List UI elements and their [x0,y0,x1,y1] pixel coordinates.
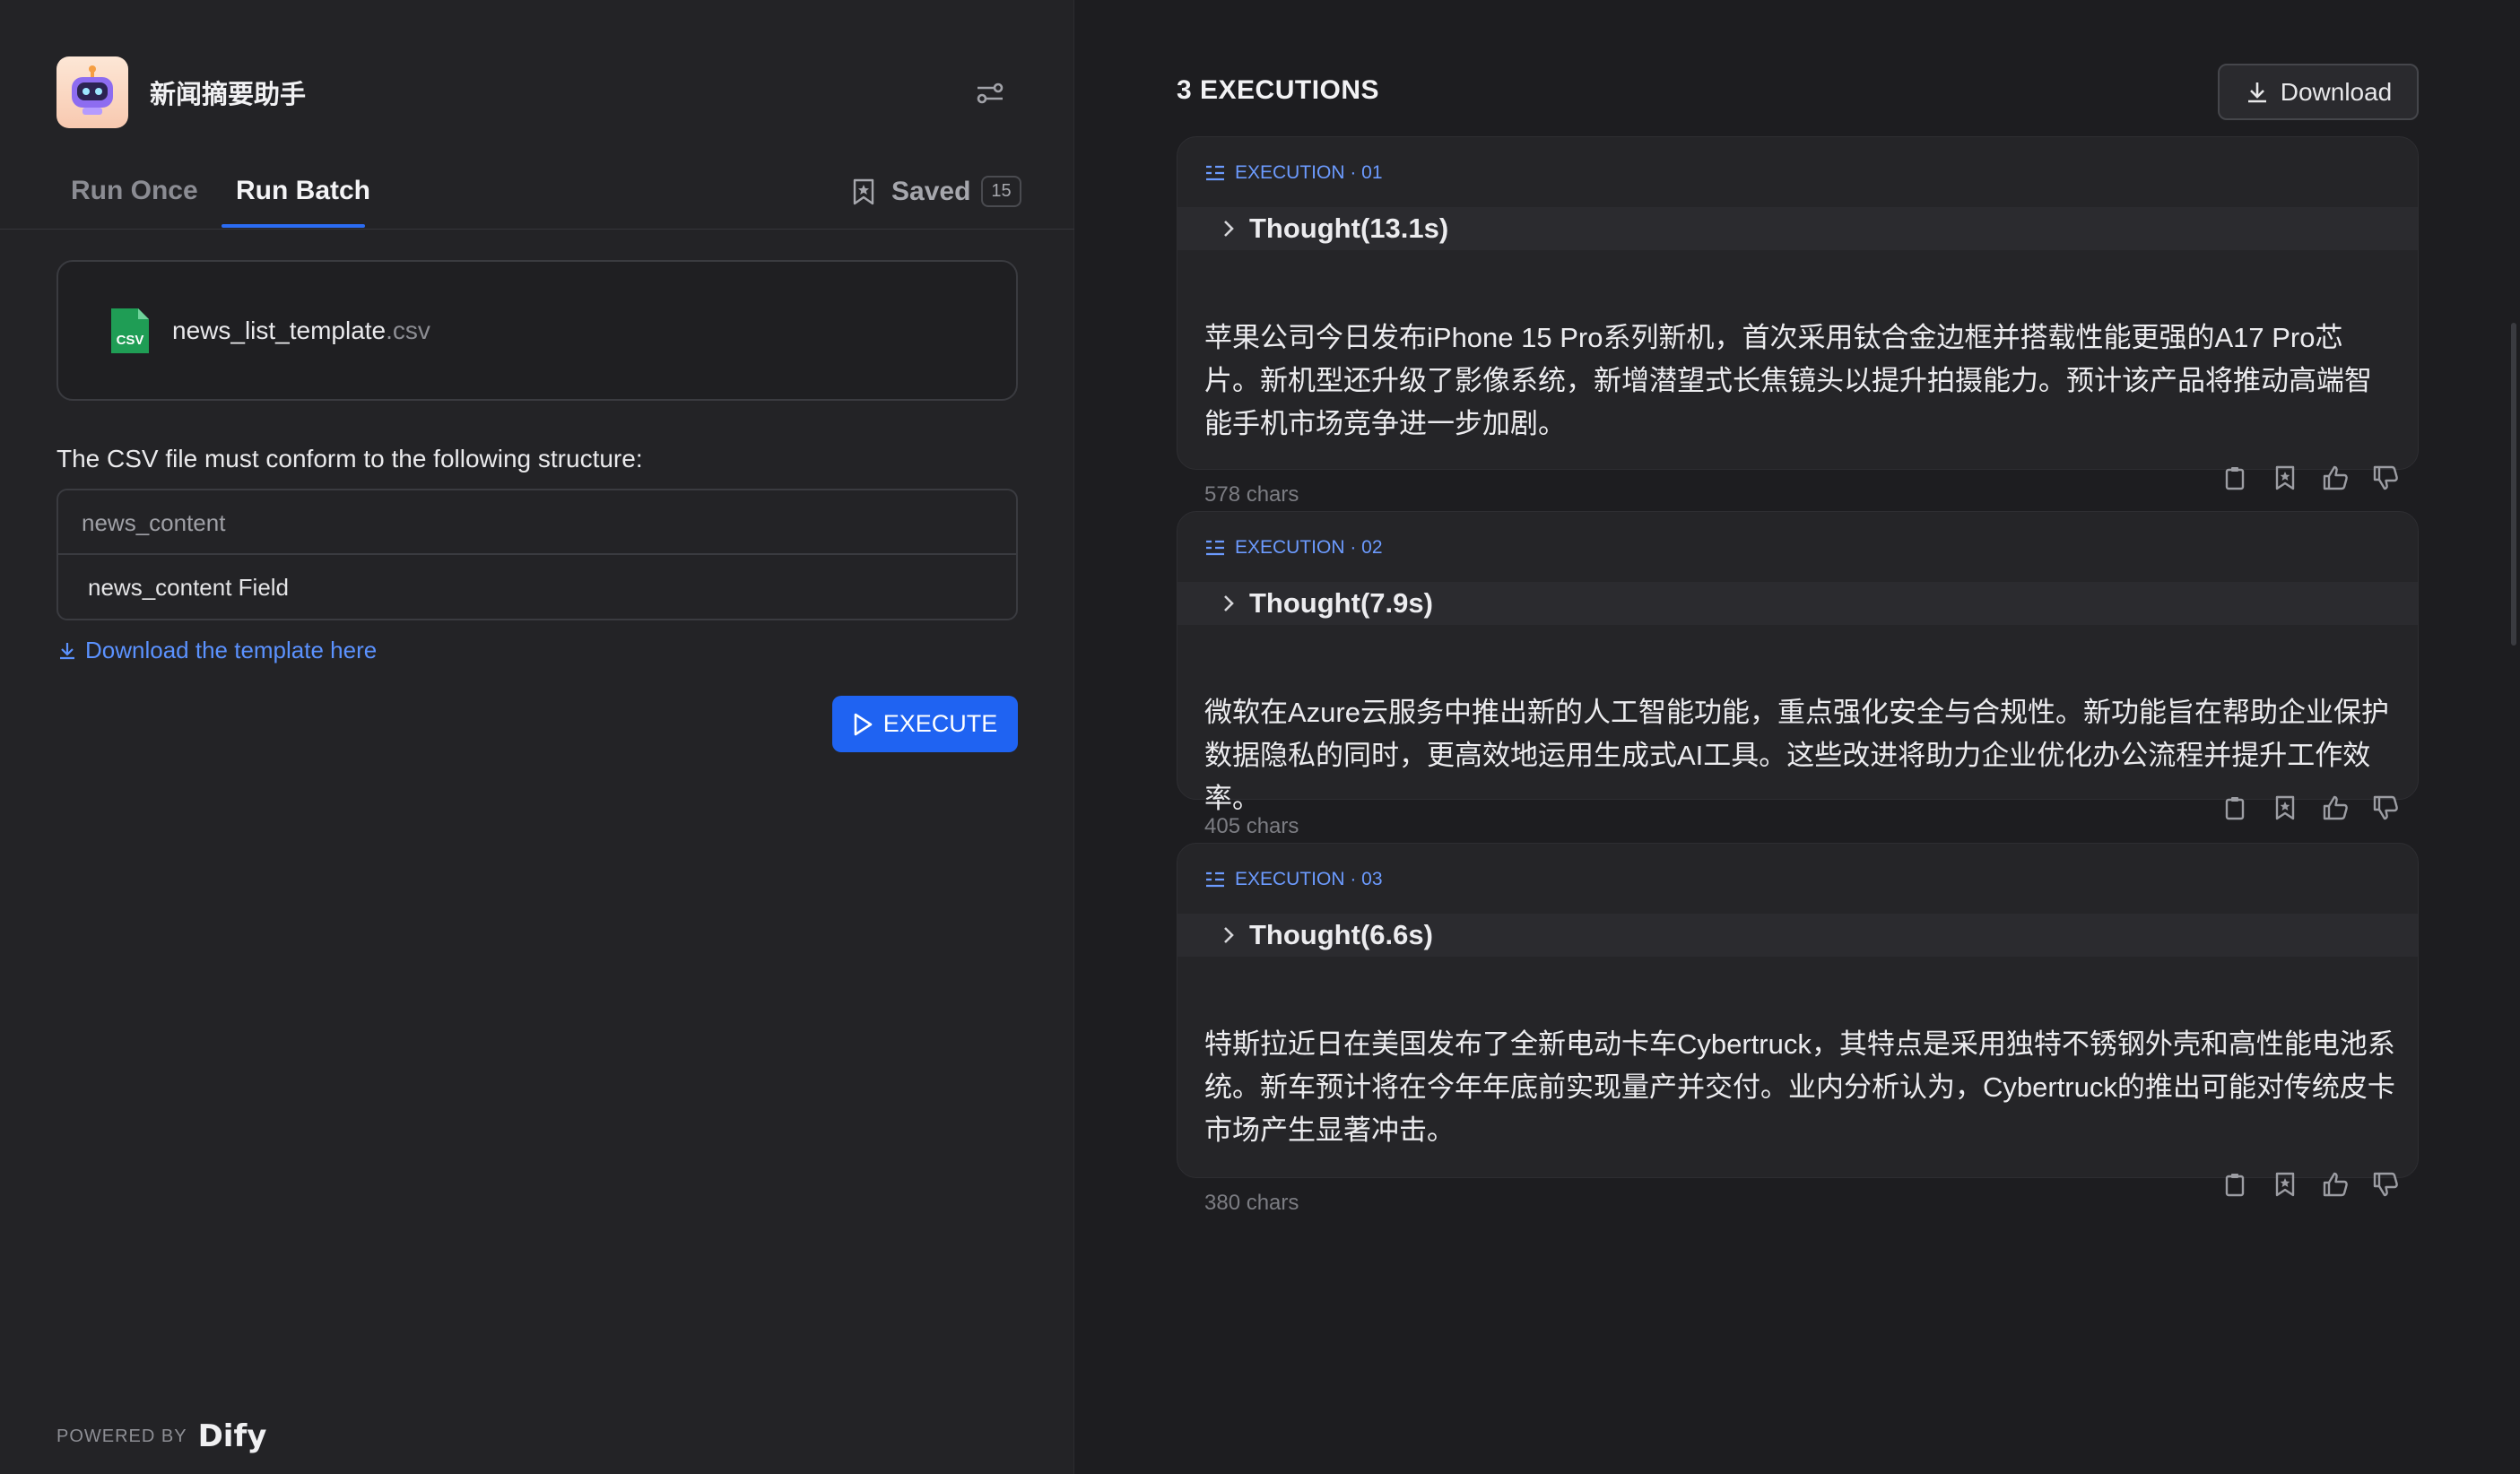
file-upload-box[interactable]: CSV news_list_template.csv [56,260,1018,401]
copy-icon[interactable] [2213,786,2256,829]
saved-label: Saved [891,176,971,206]
thought-label: Thought(6.6s) [1249,919,1433,950]
csv-file-icon: CSV [111,308,149,353]
char-count: 578 chars [1204,482,1299,507]
tab-bar: Run Once Run Batch Saved 15 [0,161,1074,230]
download-button[interactable]: Download [2218,64,2419,120]
download-icon [60,642,74,659]
active-tab-indicator [222,224,365,228]
save-bookmark-icon[interactable] [2264,1163,2307,1206]
csv-icon-text: CSV [117,333,144,348]
list-icon [1206,165,1224,181]
thumbs-up-icon[interactable] [2314,1163,2357,1206]
thought-label: Thought(7.9s) [1249,587,1433,619]
char-count: 380 chars [1204,1191,1299,1215]
structure-row-cell: news_content Field [88,574,290,601]
bookmark-icon [853,178,874,204]
left-panel: 新闻摘要助手 Run Once Run Batch Saved 15 CSV n… [0,0,1074,1474]
powered-by-label: POWERED BY [56,1426,187,1446]
execution-output-text: 苹果公司今日发布iPhone 15 Pro系列新机，首次采用钛合金边框并搭载性能… [1204,322,2372,439]
tab-run-batch[interactable]: Run Batch [236,176,370,206]
file-extension: .csv [386,316,430,344]
saved-button[interactable]: Saved 15 [850,176,1021,207]
execution-actions [2213,786,2407,829]
chevron-right-icon [1224,221,1234,237]
app-title: 新闻摘要助手 [150,81,307,109]
thumbs-up-icon[interactable] [2314,456,2357,499]
thumbs-down-icon[interactable] [2364,786,2407,829]
powered-by: POWERED BY Dify [56,1418,266,1454]
settings-sliders-icon[interactable] [974,79,1006,108]
robot-icon [56,56,128,128]
chevron-right-icon [1224,595,1234,611]
thought-toggle[interactable]: Thought(6.6s) [1177,914,2418,957]
app-header: 新闻摘要助手 [56,56,306,128]
list-icon [1206,540,1224,556]
char-count: 405 chars [1204,814,1299,838]
execution-tag-label: EXECUTION · 02 [1235,537,1383,558]
execution-card: EXECUTION · 03 Thought(6.6s) 特斯拉近日在美国发布了… [1177,843,2419,1197]
download-template-link[interactable]: Download the template here [56,637,377,664]
list-icon [1206,871,1224,888]
file-base-name: news_list_template [172,316,387,344]
execution-card: EXECUTION · 02 Thought(7.9s) 微软在Azure云服务… [1177,511,2419,820]
thumbs-down-icon[interactable] [2364,1163,2407,1206]
thumbs-up-icon[interactable] [2314,786,2357,829]
execution-tag: EXECUTION · 02 [1204,537,1383,559]
download-label: Download [2280,77,2393,106]
saved-count-badge: 15 [981,176,1021,207]
copy-icon[interactable] [2213,1163,2256,1206]
tab-run-once[interactable]: Run Once [71,176,198,206]
execute-button[interactable]: EXECUTE [832,696,1018,752]
save-bookmark-icon[interactable] [2264,786,2307,829]
csv-structure-table: news_content news_content Field [56,489,1018,620]
execution-tag-label: EXECUTION · 03 [1235,869,1383,889]
csv-structure-label: The CSV file must conform to the followi… [56,445,643,473]
execution-output-text: 特斯拉近日在美国发布了全新电动卡车Cybertruck，其特点是采用独特不锈钢外… [1204,1028,2395,1146]
execution-tag: EXECUTION · 03 [1204,869,1383,890]
template-link-label: Download the template here [85,637,378,663]
chevron-right-icon [1224,927,1234,943]
scrollbar[interactable] [2511,323,2516,646]
structure-header-cell: news_content [58,490,1016,555]
file-name: news_list_template.csv [172,316,430,345]
thought-toggle[interactable]: Thought(7.9s) [1177,582,2418,625]
thought-label: Thought(13.1s) [1249,212,1449,244]
thumbs-down-icon[interactable] [2364,456,2407,499]
execution-tag-label: EXECUTION · 01 [1235,162,1383,183]
save-bookmark-icon[interactable] [2264,456,2307,499]
play-icon [854,713,873,735]
execution-card: EXECUTION · 01 Thought(13.1s) 苹果公司今日发布iP… [1177,136,2419,490]
download-icon [2247,82,2266,102]
thought-toggle[interactable]: Thought(13.1s) [1177,207,2418,250]
execution-actions [2213,456,2407,499]
executions-title: 3 EXECUTIONS [1177,75,1380,105]
dify-logo: Dify [197,1418,267,1454]
copy-icon[interactable] [2213,456,2256,499]
execution-tag: EXECUTION · 01 [1204,162,1383,184]
execute-label: EXECUTE [882,710,998,737]
execution-actions [2213,1163,2407,1206]
